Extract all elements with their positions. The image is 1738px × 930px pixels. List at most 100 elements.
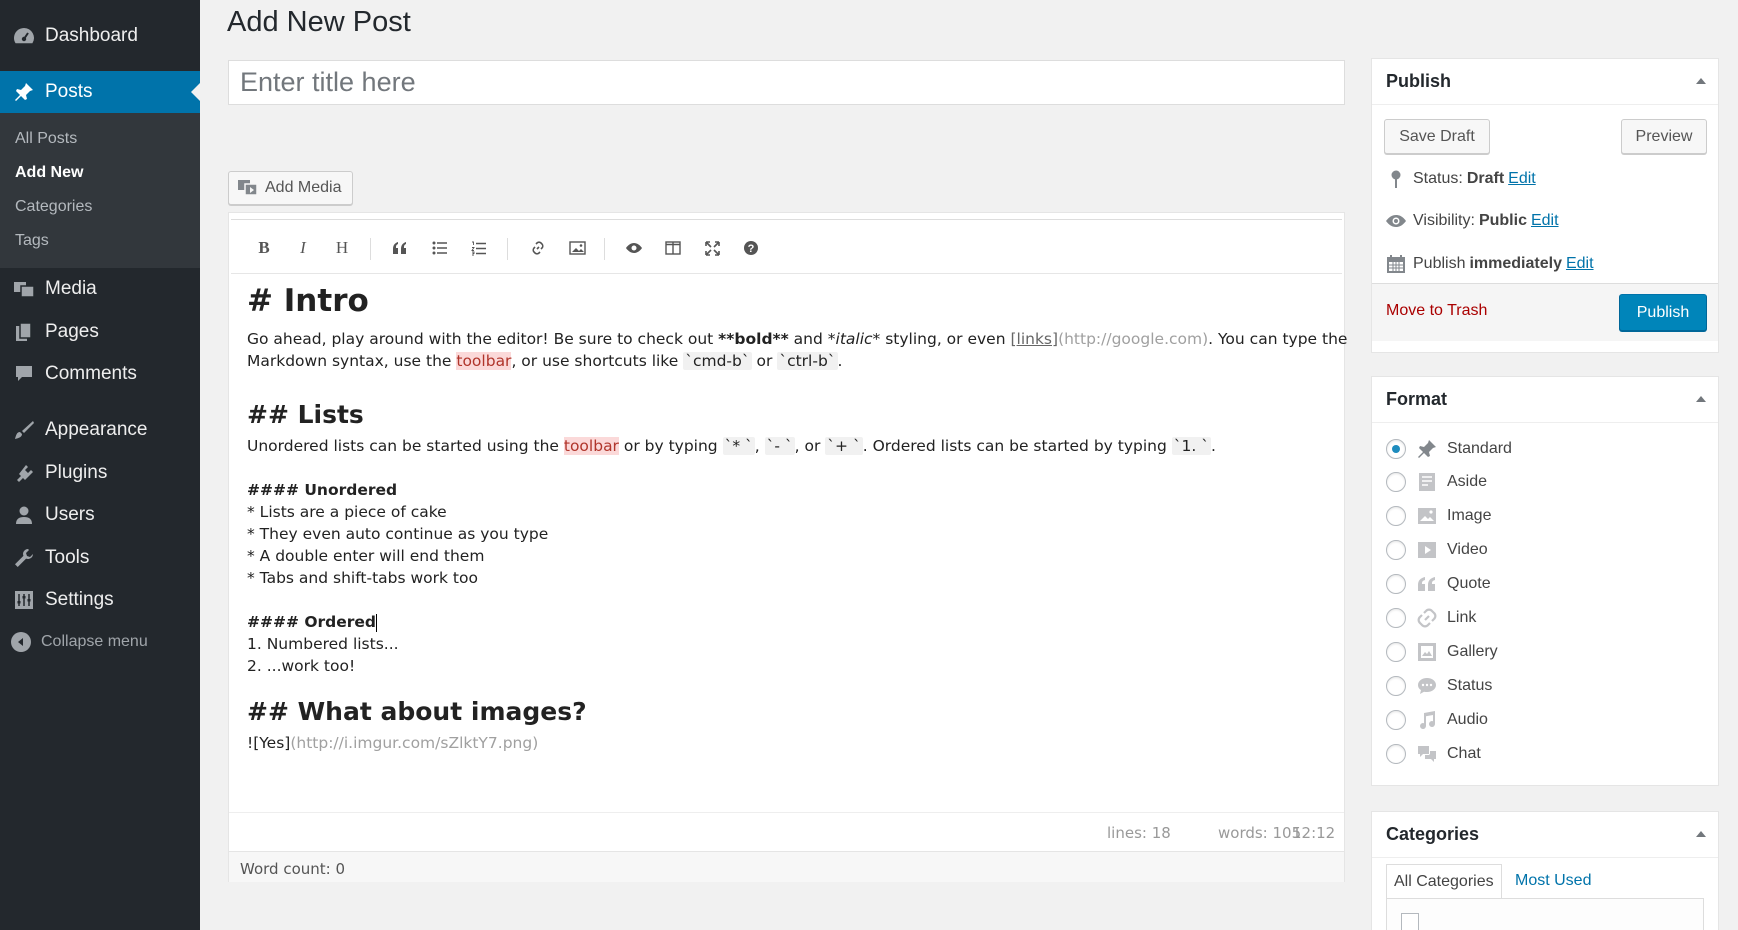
video-icon xyxy=(1414,540,1440,560)
inline-code: `- ` xyxy=(764,437,795,455)
italic-icon[interactable]: I xyxy=(290,235,316,261)
categories-box-header[interactable]: Categories xyxy=(1372,812,1718,858)
chat-icon xyxy=(1414,744,1440,764)
pin-icon xyxy=(1414,438,1440,460)
text-run: or xyxy=(751,352,778,370)
md-list-item: 2. ...work too! xyxy=(247,657,356,675)
preview-icon[interactable] xyxy=(621,235,647,261)
radio-button[interactable] xyxy=(1386,710,1406,730)
word-count-stat: words: 105 xyxy=(1218,824,1302,842)
format-option-standard[interactable]: Standard xyxy=(1386,438,1512,460)
sidebar-item-posts[interactable]: Posts xyxy=(0,71,200,113)
sidebar-item-dashboard[interactable]: Dashboard xyxy=(0,16,200,56)
side-by-side-icon[interactable] xyxy=(660,235,686,261)
post-status-row: Status: Draft Edit xyxy=(1384,169,1536,189)
format-option-quote[interactable]: Quote xyxy=(1386,574,1491,594)
inline-code: `1. ` xyxy=(1171,437,1211,455)
radio-button[interactable] xyxy=(1386,574,1406,594)
ordered-list-icon[interactable] xyxy=(466,235,492,261)
format-option-chat[interactable]: Chat xyxy=(1386,744,1481,764)
preview-button[interactable]: Preview xyxy=(1621,119,1707,154)
svg-text:?: ? xyxy=(748,243,755,255)
edit-publish-time-link[interactable]: Edit xyxy=(1566,255,1594,273)
post-title-input[interactable] xyxy=(228,60,1345,105)
radio-button[interactable] xyxy=(1386,676,1406,696)
format-option-video[interactable]: Video xyxy=(1386,540,1488,560)
format-option-gallery[interactable]: Gallery xyxy=(1386,642,1498,662)
categories-box-title: Categories xyxy=(1386,824,1480,844)
publish-box-header[interactable]: Publish xyxy=(1372,59,1718,105)
collapse-toggle-icon[interactable] xyxy=(1696,831,1706,837)
status-icon xyxy=(1414,676,1440,696)
help-icon[interactable]: ? xyxy=(738,235,764,261)
radio-button[interactable] xyxy=(1386,744,1406,764)
category-checkbox[interactable] xyxy=(1401,913,1419,930)
md-link-text: [links] xyxy=(1010,330,1059,348)
text-run: , xyxy=(754,437,765,455)
status-label: Status: xyxy=(1413,170,1463,187)
text-run: styling, or even xyxy=(880,330,1011,348)
format-option-label: Link xyxy=(1447,609,1477,626)
text-highlight: toolbar xyxy=(456,352,512,370)
bold-icon[interactable]: B xyxy=(251,235,277,261)
toolbar-separator xyxy=(507,238,508,260)
sidebar-item-media[interactable]: Media xyxy=(0,269,200,309)
sidebar-item-label: Tools xyxy=(45,547,90,568)
radio-button[interactable] xyxy=(1386,439,1406,459)
edit-visibility-link[interactable]: Edit xyxy=(1531,212,1559,230)
settings-icon xyxy=(10,589,38,611)
publish-time-value: immediately xyxy=(1469,255,1562,272)
link-icon[interactable] xyxy=(525,235,551,261)
collapse-menu-button[interactable]: Collapse menu xyxy=(11,632,148,652)
format-option-status[interactable]: Status xyxy=(1386,676,1492,696)
format-option-link[interactable]: Link xyxy=(1386,608,1476,628)
image-icon[interactable] xyxy=(564,235,590,261)
text-run: , or xyxy=(794,437,826,455)
format-option-audio[interactable]: Audio xyxy=(1386,710,1488,730)
format-option-label: Audio xyxy=(1447,711,1488,728)
save-draft-button[interactable]: Save Draft xyxy=(1384,119,1490,154)
radio-button[interactable] xyxy=(1386,608,1406,628)
add-media-button[interactable]: Add Media xyxy=(228,171,353,205)
toolbar-separator xyxy=(604,238,605,260)
edit-status-link[interactable]: Edit xyxy=(1508,170,1536,188)
md-heading-ordered: #### Ordered xyxy=(247,613,377,631)
radio-button[interactable] xyxy=(1386,642,1406,662)
submenu-all-posts[interactable]: All Posts xyxy=(15,130,77,148)
sidebar-item-users[interactable]: Users xyxy=(0,495,200,535)
md-heading-intro: # Intro xyxy=(247,283,369,319)
markdown-editor: B I H ? # Intro Go ahead, play around wi… xyxy=(228,212,1347,882)
cursor-position: 12:12 xyxy=(1292,824,1336,842)
collapse-toggle-icon[interactable] xyxy=(1696,396,1706,402)
unordered-list-icon[interactable] xyxy=(427,235,453,261)
format-option-aside[interactable]: Aside xyxy=(1386,472,1487,492)
sidebar-item-label: Media xyxy=(45,278,97,299)
add-media-label: Add Media xyxy=(265,179,342,196)
radio-button[interactable] xyxy=(1386,472,1406,492)
submenu-tags[interactable]: Tags xyxy=(15,232,49,250)
quote-icon[interactable] xyxy=(387,235,413,261)
move-to-trash-link[interactable]: Move to Trash xyxy=(1386,302,1487,320)
collapse-toggle-icon[interactable] xyxy=(1696,78,1706,84)
sidebar-item-pages[interactable]: Pages xyxy=(0,312,200,352)
sidebar-item-appearance[interactable]: Appearance xyxy=(0,410,200,450)
format-option-image[interactable]: Image xyxy=(1386,506,1491,526)
tab-most-used[interactable]: Most Used xyxy=(1508,864,1598,898)
format-option-label: Image xyxy=(1447,507,1492,524)
submenu-categories[interactable]: Categories xyxy=(15,198,92,216)
radio-button[interactable] xyxy=(1386,540,1406,560)
format-box-header[interactable]: Format xyxy=(1372,377,1718,423)
publish-button[interactable]: Publish xyxy=(1619,294,1707,331)
format-option-label: Aside xyxy=(1447,473,1488,490)
sidebar-item-comments[interactable]: Comments xyxy=(0,354,200,394)
md-link-url: (http://google.com) xyxy=(1058,330,1209,348)
sidebar-item-plugins[interactable]: Plugins xyxy=(0,453,200,493)
fullscreen-icon[interactable] xyxy=(699,235,725,261)
sidebar-item-tools[interactable]: Tools xyxy=(0,538,200,578)
radio-button[interactable] xyxy=(1386,506,1406,526)
heading-icon[interactable]: H xyxy=(329,235,355,261)
text-highlight: toolbar xyxy=(563,437,619,455)
sidebar-item-settings[interactable]: Settings xyxy=(0,580,200,620)
submenu-add-new[interactable]: Add New xyxy=(15,164,83,182)
tab-all-categories[interactable]: All Categories xyxy=(1386,864,1502,898)
